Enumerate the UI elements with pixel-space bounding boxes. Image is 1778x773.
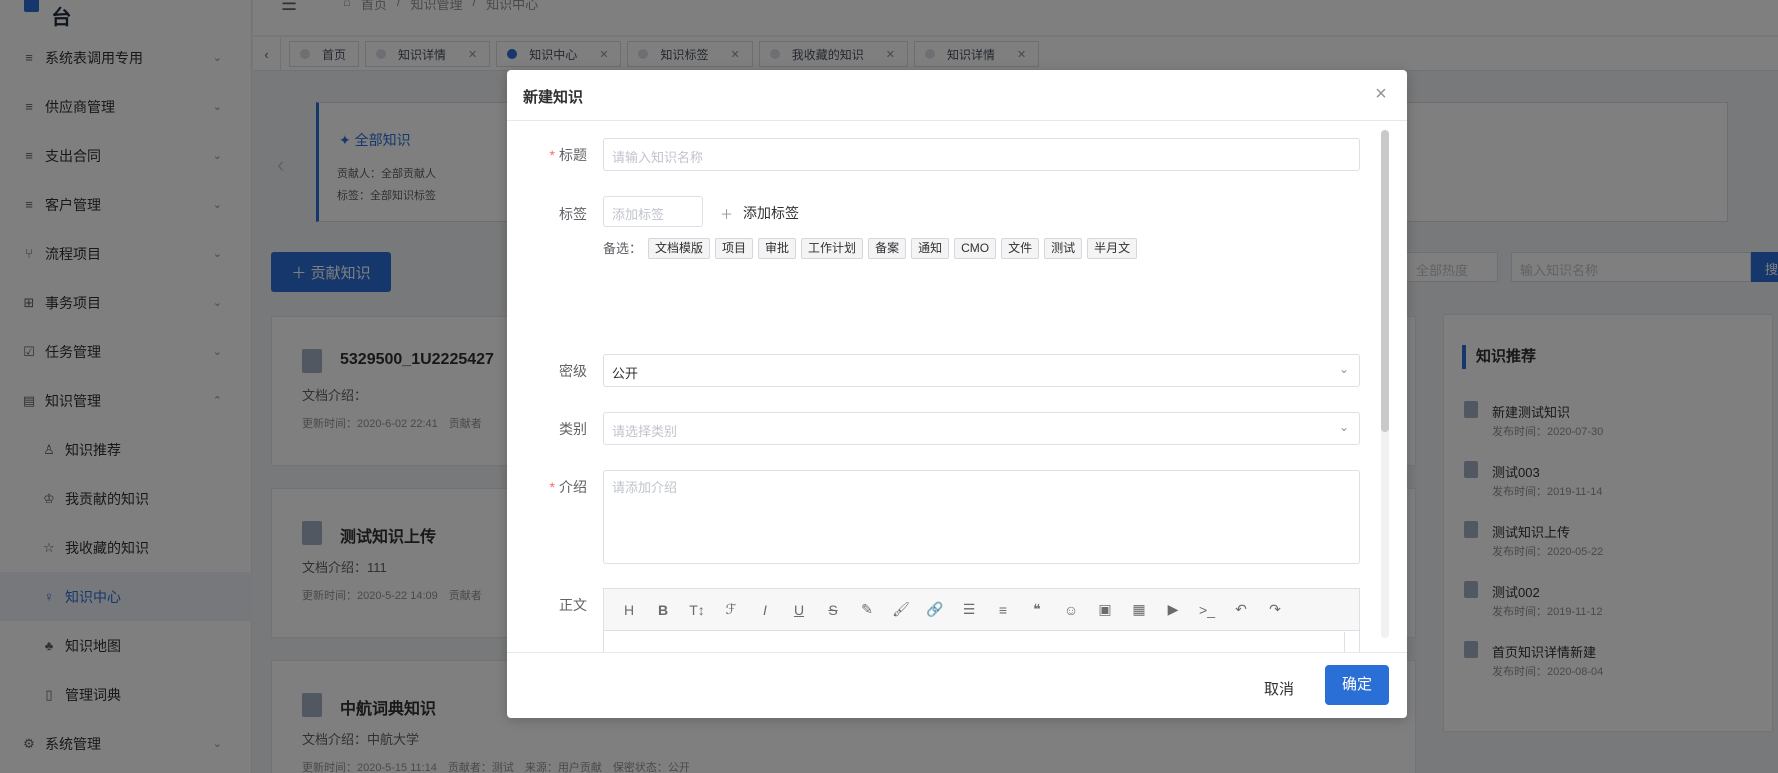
candidate-tag[interactable]: 审批 — [758, 238, 797, 259]
emoji-icon[interactable]: ☺ — [1054, 593, 1088, 627]
category-label: 类别 — [559, 421, 587, 437]
category-select[interactable]: 请选择类别 ⌄ — [603, 412, 1360, 445]
form-row-body: 正文 H B T↕ ℱ I U S ✎ 🖌 🔗 ☰ ≡ ❝ ☺ ▣ ▦ ▶ >_… — [507, 588, 1367, 652]
table-icon[interactable]: ▦ — [1122, 593, 1156, 627]
title-placeholder: 请输入知识名称 — [612, 150, 704, 165]
redo-icon[interactable]: ↷ — [1258, 593, 1292, 627]
secret-label: 密级 — [559, 363, 587, 379]
title-input[interactable]: 请输入知识名称 — [603, 138, 1360, 171]
candidate-tag[interactable]: 文件 — [1001, 238, 1040, 259]
candidate-tag[interactable]: 备案 — [868, 238, 907, 259]
close-icon[interactable]: × — [1369, 82, 1393, 106]
secret-value: 公开 — [612, 366, 639, 381]
chevron-down-icon: ⌄ — [1338, 362, 1349, 376]
highlight-icon[interactable]: ✎ — [850, 593, 884, 627]
required-mark: * — [549, 479, 555, 495]
strikethrough-icon[interactable]: S — [816, 593, 850, 627]
plus-icon: ＋ — [720, 206, 734, 222]
editor-toolbar: H B T↕ ℱ I U S ✎ 🖌 🔗 ☰ ≡ ❝ ☺ ▣ ▦ ▶ >_ ↶ … — [604, 589, 1359, 631]
intro-label-text: 介绍 — [559, 479, 587, 495]
secret-select[interactable]: 公开 ⌄ — [603, 354, 1360, 387]
link-icon[interactable]: 🔗 — [918, 593, 952, 627]
candidate-tag[interactable]: 通知 — [911, 238, 950, 259]
title-label: * 标题 — [550, 145, 587, 165]
dialog-footer: 取消 确定 — [507, 652, 1407, 718]
video-icon[interactable]: ▶ — [1156, 593, 1190, 627]
font-family-icon[interactable]: ℱ — [714, 593, 748, 627]
dialog-body: * 标题 请输入知识名称 标签 添加标签 ＋添加标签 备选： 文档模版 项目 审批… — [507, 122, 1407, 652]
form-row-category: 类别 请选择类别 ⌄ — [507, 412, 1367, 445]
align-icon[interactable]: ≡ — [986, 593, 1020, 627]
editor-content[interactable] — [604, 632, 1345, 652]
dialog-header: 新建知识 × — [507, 70, 1407, 121]
form-row-tags: 标签 添加标签 ＋ 添加标签 备选： 文档模版 项目 审批 工作计划 备案 通知 … — [507, 196, 1367, 276]
candidate-tag[interactable]: 文档模版 — [648, 238, 711, 259]
intro-textarea[interactable]: 请添加介绍 — [603, 470, 1360, 564]
intro-label: * 介绍 — [550, 477, 587, 497]
candidate-tag[interactable]: 工作计划 — [801, 238, 864, 259]
list-icon[interactable]: ☰ — [952, 593, 986, 627]
heading-icon[interactable]: H — [612, 593, 646, 627]
underline-icon[interactable]: U — [782, 593, 816, 627]
form-row-title: * 标题 请输入知识名称 — [507, 138, 1367, 171]
form-row-intro: * 介绍 请添加介绍 — [507, 470, 1367, 564]
candidate-tags: 文档模版 项目 审批 工作计划 备案 通知 CMO 文件 测试 半月文 — [648, 238, 1138, 259]
image-icon[interactable]: ▣ — [1088, 593, 1122, 627]
body-label: 正文 — [559, 597, 587, 613]
code-icon[interactable]: >_ — [1190, 593, 1224, 627]
font-size-icon[interactable]: T↕ — [680, 593, 714, 627]
add-tag-button[interactable]: ＋ 添加标签 — [720, 203, 799, 223]
quote-icon[interactable]: ❝ — [1020, 593, 1054, 627]
undo-icon[interactable]: ↶ — [1224, 593, 1258, 627]
candidate-tag[interactable]: 测试 — [1044, 238, 1083, 259]
rich-text-editor: H B T↕ ℱ I U S ✎ 🖌 🔗 ☰ ≡ ❝ ☺ ▣ ▦ ▶ >_ ↶ … — [603, 588, 1360, 652]
add-tag-label: 添加标签 — [743, 205, 800, 221]
category-placeholder: 请选择类别 — [612, 424, 678, 439]
dialog-title: 新建知识 — [523, 89, 584, 106]
dialog-scrollbar[interactable] — [1381, 130, 1389, 638]
cancel-button[interactable]: 取消 — [1252, 671, 1306, 709]
brush-icon[interactable]: 🖌 — [884, 593, 918, 627]
scroll-thumb[interactable] — [1381, 130, 1389, 432]
tag-input[interactable]: 添加标签 — [603, 196, 703, 227]
confirm-button[interactable]: 确定 — [1325, 665, 1389, 705]
bold-icon[interactable]: B — [646, 593, 680, 627]
candidate-tag[interactable]: 项目 — [715, 238, 754, 259]
new-knowledge-dialog: 新建知识 × * 标题 请输入知识名称 标签 添加标签 ＋添加标签 备选： 文档模… — [507, 70, 1407, 718]
candidate-tag[interactable]: CMO — [954, 238, 997, 259]
title-label-text: 标题 — [559, 147, 587, 163]
chevron-down-icon: ⌄ — [1338, 420, 1349, 434]
tags-label: 标签 — [559, 206, 587, 222]
candidate-tag[interactable]: 半月文 — [1087, 238, 1138, 259]
form-row-secret: 密级 公开 ⌄ — [507, 354, 1367, 387]
italic-icon[interactable]: I — [748, 593, 782, 627]
candidates-label: 备选： — [603, 241, 643, 256]
required-mark: * — [549, 147, 555, 163]
